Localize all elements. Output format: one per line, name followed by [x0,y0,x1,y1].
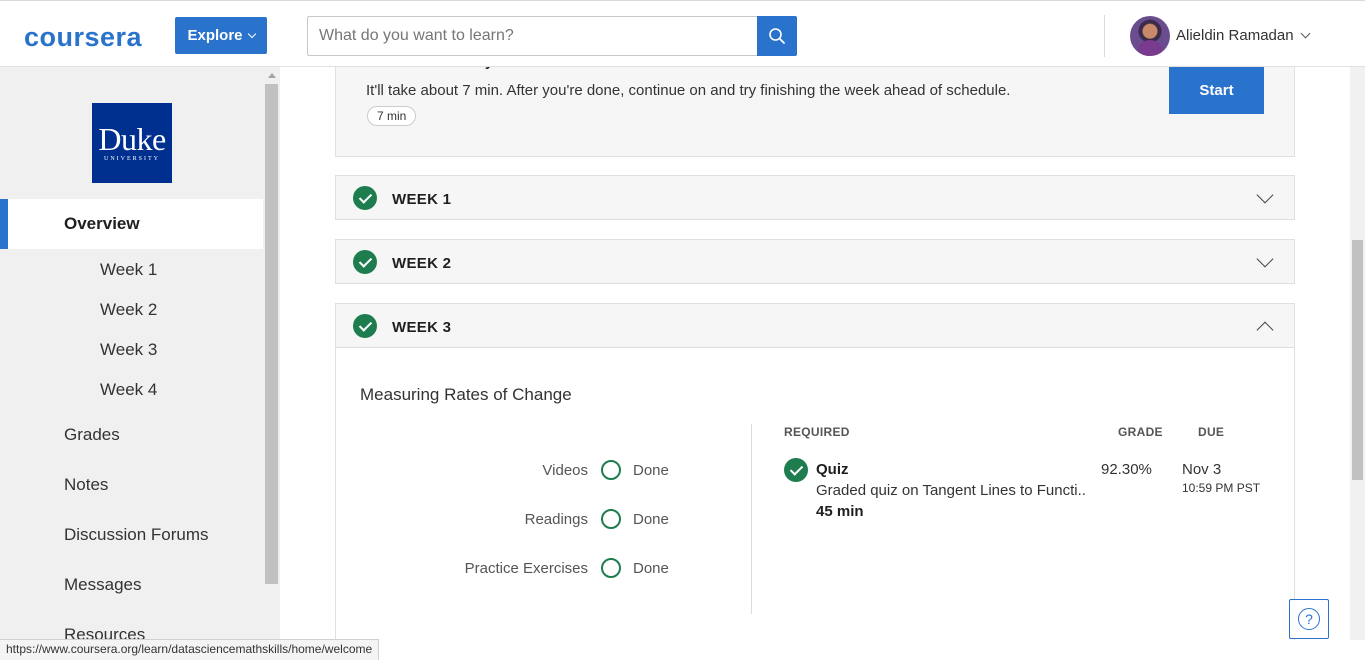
coursera-logo[interactable]: coursera [24,22,142,53]
progress-row-readings: Readings Done [525,509,669,529]
progress-label: Videos [542,461,588,479]
week-label: WEEK 3 [392,319,452,336]
explore-label: Explore [187,27,243,44]
sidebar-item-week-4[interactable]: Week 4 [100,380,157,400]
assignment-due-time: 10:59 PM PST [1182,481,1261,495]
sidebar-item-week-2[interactable]: Week 2 [100,300,157,320]
completed-check-icon [784,458,808,482]
status-bar-url: https://www.coursera.org/learn/datascien… [0,639,380,660]
sidebar-item-week-3[interactable]: Week 3 [100,340,157,360]
sidebar-item-discussion-forums[interactable]: Discussion Forums [64,525,209,545]
week-label: WEEK 1 [392,191,452,208]
university-logo-line2: UNIVERSITY [104,156,160,162]
progress-ring-icon [601,460,621,480]
search-field[interactable] [307,16,758,56]
course-sidebar: Duke UNIVERSITY Overview Week 1 Week 2 W… [0,67,280,640]
assignment-grade: 92.30% [1101,461,1152,478]
chevron-down-icon [1300,28,1311,39]
university-logo[interactable]: Duke UNIVERSITY [92,103,172,183]
avatar[interactable] [1130,16,1170,56]
start-button[interactable]: Start [1169,66,1264,114]
assignment-name-link[interactable]: Graded quiz on Tangent Lines to Functi..… [816,482,1086,499]
sidebar-item-overview[interactable]: Overview [0,199,263,249]
scroll-up-arrow-icon[interactable] [268,73,276,78]
search-input[interactable] [308,17,758,55]
week-label: WEEK 2 [392,255,452,272]
progress-ring-icon [601,558,621,578]
sidebar-scrollbar-thumb[interactable] [265,84,278,584]
sidebar-item-grades[interactable]: Grades [64,425,120,445]
week-1-header[interactable]: WEEK 1 [335,175,1295,220]
assignment-type: Quiz [816,461,849,478]
progress-row-videos: Videos Done [542,460,669,480]
week-3-header[interactable]: WEEK 3 [335,303,1295,348]
completed-check-icon [353,314,377,338]
help-button[interactable]: ? [1289,599,1329,639]
user-menu[interactable]: Alieldin Ramadan [1176,27,1311,44]
due-column-header: DUE [1198,425,1225,439]
sidebar-item-notes[interactable]: Notes [64,475,108,495]
chevron-down-icon [247,29,256,39]
sidebar-item-resources[interactable]: Resources [64,625,145,640]
sidebar-item-messages[interactable]: Messages [64,575,141,595]
search-icon [769,28,785,44]
assignment-due-date: Nov 3 [1182,461,1222,478]
question-mark-icon: ? [1298,608,1320,630]
chevron-up-icon[interactable] [1256,321,1274,339]
progress-label: Readings [524,510,588,528]
header-divider [1104,15,1105,57]
progress-status: Done [633,461,669,479]
top-header: coursera Explore Alieldin Ramadan [0,0,1365,67]
progress-status: Done [633,559,669,577]
module-title[interactable]: Measuring Rates of Change [360,385,572,405]
chevron-down-icon[interactable] [1256,186,1274,204]
week-2-header[interactable]: WEEK 2 [335,239,1295,284]
duration-badge: 7 min [367,106,417,126]
progress-label: Practice Exercises [464,559,588,577]
next-item-card: Video: Probability Definitions and Notat… [335,58,1295,157]
column-divider [751,424,752,614]
progress-status: Done [633,510,669,528]
progress-row-practice-exercises: Practice Exercises Done [465,558,669,578]
assignment-duration: 45 min [816,503,864,520]
university-logo-line1: Duke [98,121,166,157]
completed-check-icon [353,186,377,210]
page-scrollbar-thumb[interactable] [1352,240,1363,480]
sidebar-item-label: Overview [64,214,140,233]
grade-column-header: GRADE [1118,425,1163,439]
search-button[interactable] [757,16,797,56]
chevron-down-icon[interactable] [1256,250,1274,268]
explore-button[interactable]: Explore [175,17,267,54]
progress-ring-icon [601,509,621,529]
required-column-header: REQUIRED [784,425,850,439]
completed-check-icon [353,250,377,274]
user-name: Alieldin Ramadan [1176,27,1294,44]
next-item-description: It'll take about 7 min. After you're don… [366,82,1011,99]
sidebar-item-week-1[interactable]: Week 1 [100,260,157,280]
week-3-content: Measuring Rates of Change Videos Done Re… [335,348,1295,640]
